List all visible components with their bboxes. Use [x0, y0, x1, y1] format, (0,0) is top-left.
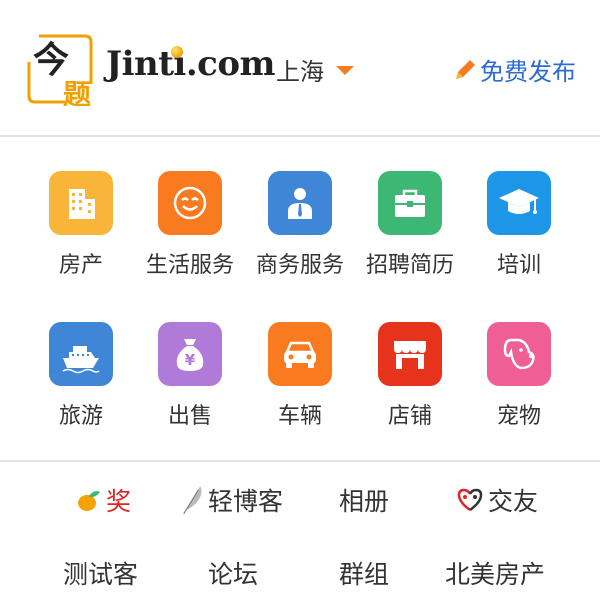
fruit-icon	[78, 491, 100, 511]
smiley-icon	[158, 171, 222, 235]
link-award[interactable]: 奖	[76, 482, 131, 518]
storefront-icon	[378, 322, 442, 386]
header: 今 题 Jinti.com 上海 免费发布	[0, 0, 600, 137]
link-label: 群组	[339, 560, 390, 589]
link-test-guest[interactable]: 测试客	[63, 555, 138, 591]
brand-name[interactable]: Jinti.com	[106, 44, 276, 84]
category-life-services[interactable]: 生活服务	[135, 171, 245, 279]
category-label: 培训	[496, 253, 541, 278]
pencil-icon	[456, 59, 475, 79]
money-bag-icon: ¥	[158, 322, 222, 386]
section-divider	[0, 460, 600, 462]
category-for-sale[interactable]: ¥ 出售	[135, 322, 245, 430]
free-post-label: 免费发布	[480, 58, 576, 86]
link-label: 北美房产	[445, 560, 546, 589]
link-label: 论坛	[208, 560, 259, 589]
category-label: 出售	[167, 404, 212, 429]
feather-icon	[183, 486, 202, 515]
category-grid: 房产 生活服务 商务服务 招聘简历 培训 旅游 ¥ 出售 车辆 店铺 宠物	[0, 139, 600, 459]
link-dating[interactable]: 交友	[456, 482, 538, 518]
logo-icon: 今 题	[27, 34, 93, 106]
logo[interactable]: 今 题	[25, 32, 95, 106]
link-forum[interactable]: 论坛	[208, 555, 258, 591]
heart-people-icon	[457, 488, 483, 512]
category-label: 房产	[58, 253, 103, 278]
link-na-real-estate[interactable]: 北美房产	[445, 555, 545, 591]
chevron-down-icon[interactable]	[336, 66, 354, 75]
link-light-blog[interactable]: 轻博客	[180, 482, 283, 518]
link-album[interactable]: 相册	[339, 482, 389, 518]
dog-icon	[487, 322, 551, 386]
category-pets[interactable]: 宠物	[464, 322, 574, 430]
briefcase-icon	[378, 171, 442, 235]
link-label: 测试客	[63, 560, 139, 589]
category-vehicles[interactable]: 车辆	[245, 322, 355, 430]
link-label: 奖	[106, 487, 132, 516]
businessman-icon	[268, 171, 332, 235]
svg-text:¥: ¥	[185, 351, 196, 369]
logo-char-top: 今	[33, 40, 69, 81]
category-label: 生活服务	[145, 253, 234, 278]
category-jobs[interactable]: 招聘简历	[355, 171, 465, 279]
category-real-estate[interactable]: 房产	[26, 171, 136, 279]
free-post-button[interactable]: 免费发布	[452, 52, 576, 87]
graduation-cap-icon	[487, 171, 551, 235]
category-label: 店铺	[387, 404, 432, 429]
link-groups[interactable]: 群组	[339, 555, 389, 591]
category-shops[interactable]: 店铺	[355, 322, 465, 430]
link-label: 轻博客	[208, 487, 284, 516]
category-travel[interactable]: 旅游	[26, 322, 136, 430]
link-label: 交友	[488, 487, 539, 516]
city-selector[interactable]: 上海	[276, 52, 324, 87]
category-training[interactable]: 培训	[464, 171, 574, 279]
logo-char-bottom: 题	[63, 78, 91, 106]
brand-dot-icon	[171, 46, 183, 58]
category-label: 旅游	[58, 404, 103, 429]
category-business-services[interactable]: 商务服务	[245, 171, 355, 279]
category-label: 宠物	[496, 404, 541, 429]
link-label: 相册	[339, 487, 390, 516]
car-icon	[268, 322, 332, 386]
building-icon	[49, 171, 113, 235]
ship-icon	[49, 322, 113, 386]
category-label: 车辆	[277, 404, 322, 429]
category-label: 招聘简历	[365, 253, 454, 278]
category-label: 商务服务	[255, 253, 344, 278]
